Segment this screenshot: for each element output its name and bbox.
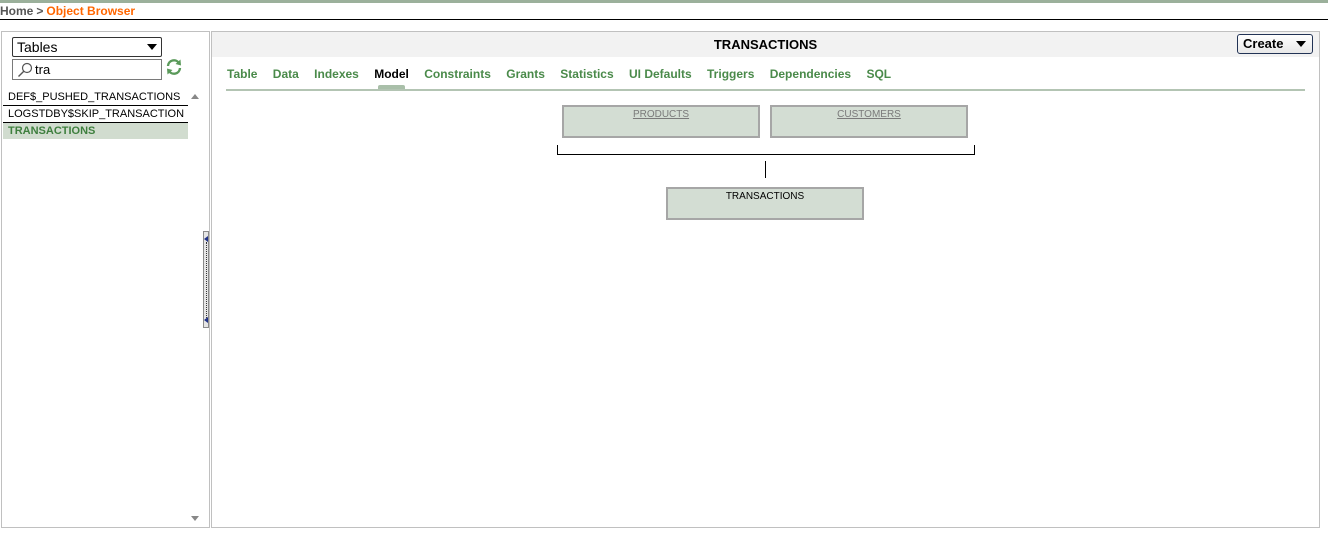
refresh-icon[interactable] bbox=[165, 58, 183, 76]
tab-label: SQL bbox=[866, 67, 892, 81]
object-type-value: Tables bbox=[17, 39, 58, 55]
scroll-up-icon[interactable] bbox=[191, 94, 199, 99]
model-parent-customers[interactable]: CUSTOMERS bbox=[770, 105, 968, 138]
tab-label: Triggers bbox=[707, 67, 755, 81]
detail-header: TRANSACTIONS Create bbox=[212, 32, 1319, 57]
list-item[interactable]: DEF$_PUSHED_TRANSACTIONS bbox=[3, 89, 188, 106]
tabs-divider bbox=[226, 89, 1305, 91]
list-item-selected[interactable]: TRANSACTIONS bbox=[3, 123, 188, 139]
chevron-down-icon bbox=[147, 44, 157, 50]
top-accent-bar bbox=[0, 0, 1328, 3]
object-search-input[interactable]: tra bbox=[12, 59, 162, 80]
tab-label: Data bbox=[272, 67, 299, 81]
tab-constraints[interactable]: Constraints bbox=[424, 67, 491, 87]
tab-statistics[interactable]: Statistics bbox=[560, 67, 613, 87]
tab-label: Constraints bbox=[424, 67, 491, 81]
tab-label: Indexes bbox=[314, 67, 359, 81]
tab-label: UI Defaults bbox=[628, 67, 692, 81]
object-list: DEF$_PUSHED_TRANSACTIONS LOGSTDBY$SKIP_T… bbox=[3, 89, 188, 139]
tab-indexes[interactable]: Indexes bbox=[314, 67, 359, 87]
collapse-left-icon[interactable] bbox=[204, 317, 208, 323]
create-button-label: Create bbox=[1243, 36, 1284, 51]
breadcrumb-divider bbox=[0, 19, 1328, 20]
page-title: TRANSACTIONS bbox=[713, 37, 818, 52]
tab-data[interactable]: Data bbox=[273, 67, 299, 87]
tab-label: Table bbox=[227, 67, 258, 81]
breadcrumb: Home > Object Browser bbox=[0, 3, 135, 19]
search-value: tra bbox=[35, 62, 51, 77]
tab-triggers[interactable]: Triggers bbox=[707, 67, 754, 87]
tab-ui-defaults[interactable]: UI Defaults bbox=[629, 67, 692, 87]
tab-dependencies[interactable]: Dependencies bbox=[770, 67, 851, 87]
tab-label: Grants bbox=[506, 67, 545, 81]
tab-label: Model bbox=[374, 67, 409, 81]
model-parent-products[interactable]: PRODUCTS bbox=[562, 105, 760, 138]
breadcrumb-home-link[interactable]: Home bbox=[0, 4, 33, 18]
tab-label: Dependencies bbox=[769, 67, 852, 81]
tab-model[interactable]: Model bbox=[374, 67, 409, 89]
list-scrollbar[interactable] bbox=[188, 89, 202, 526]
scroll-down-icon[interactable] bbox=[191, 516, 199, 521]
chevron-down-icon bbox=[1296, 41, 1306, 47]
object-list-panel: Tables tra DEF$_PUSHED_TRANSACTIONS LOGS… bbox=[1, 31, 210, 528]
tab-sql[interactable]: SQL bbox=[866, 67, 891, 87]
model-relationship-bracket bbox=[557, 145, 975, 155]
create-button[interactable]: Create bbox=[1237, 34, 1313, 54]
splitter-grip bbox=[206, 242, 208, 318]
model-current-table: TRANSACTIONS bbox=[666, 187, 864, 220]
object-type-select[interactable]: Tables bbox=[12, 37, 162, 57]
tab-table[interactable]: Table bbox=[227, 67, 257, 87]
breadcrumb-separator: > bbox=[36, 4, 44, 18]
model-relationship-line bbox=[765, 161, 766, 178]
panel-splitter[interactable] bbox=[203, 231, 209, 328]
list-item[interactable]: LOGSTDBY$SKIP_TRANSACTION bbox=[3, 106, 188, 123]
breadcrumb-current: Object Browser bbox=[46, 4, 136, 18]
object-detail-panel: TRANSACTIONS Create Table Data Indexes M… bbox=[211, 31, 1320, 528]
tab-grants[interactable]: Grants bbox=[506, 67, 545, 87]
magnifier-icon bbox=[18, 62, 33, 77]
detail-tabs: Table Data Indexes Model Constraints Gra… bbox=[227, 67, 903, 89]
tab-label: Statistics bbox=[560, 67, 614, 81]
